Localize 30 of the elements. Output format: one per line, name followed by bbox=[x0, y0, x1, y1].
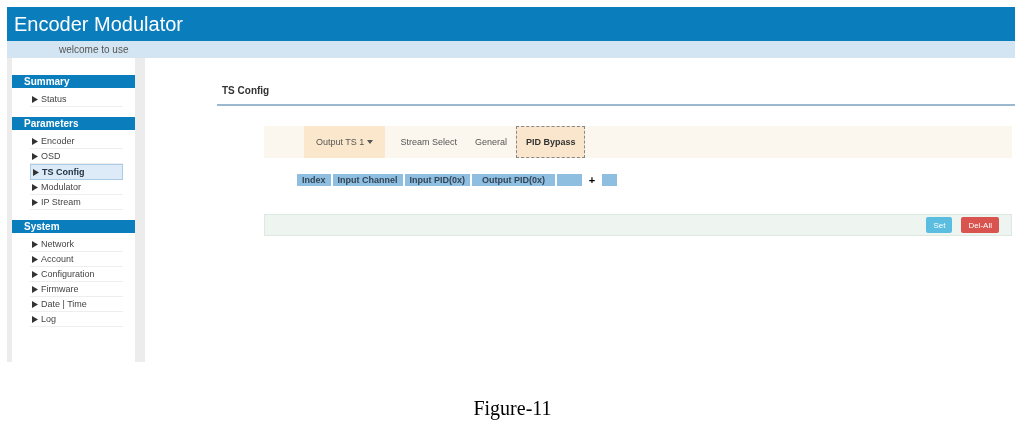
sidebar-item[interactable]: Encoder bbox=[30, 134, 123, 149]
app-title: Encoder Modulator bbox=[14, 12, 183, 36]
sidebar-item[interactable]: Firmware bbox=[30, 282, 123, 297]
column-header: Index bbox=[297, 174, 331, 186]
section-heading: System bbox=[12, 220, 135, 233]
sidebar-item[interactable]: Configuration bbox=[30, 267, 123, 282]
column-header: Input Channel bbox=[332, 174, 403, 186]
sidebar-item[interactable]: Network bbox=[30, 237, 123, 252]
welcome-text: welcome to use bbox=[59, 44, 129, 55]
sidebar-item[interactable]: Status bbox=[30, 92, 123, 107]
sidebar-item[interactable]: Date | Time bbox=[30, 297, 123, 312]
section-heading: Parameters bbox=[12, 117, 135, 130]
dropdown-tab[interactable]: Output TS 1 bbox=[304, 126, 386, 158]
sidebar-item[interactable]: Account bbox=[30, 252, 123, 267]
sidebar-item[interactable]: Modulator bbox=[30, 180, 123, 195]
column-header: Input PID(0x) bbox=[404, 174, 470, 186]
sidebar-item[interactable]: Log bbox=[30, 312, 123, 327]
delete-all-button[interactable]: Del-All bbox=[961, 217, 999, 233]
figure-caption: Figure-11 bbox=[472, 397, 553, 420]
tab[interactable]: Stream Select bbox=[391, 126, 466, 158]
tab[interactable]: General bbox=[465, 126, 516, 158]
page-title: TS Config bbox=[217, 58, 1015, 106]
add-button[interactable]: + bbox=[582, 174, 602, 186]
triangle-icon bbox=[32, 95, 38, 103]
section-heading: Summary bbox=[12, 75, 135, 88]
sidebar-item[interactable]: TS Config bbox=[30, 164, 123, 180]
column-header: Output PID(0x) bbox=[472, 174, 555, 186]
caret-icon bbox=[367, 140, 374, 144]
tab[interactable]: PID Bypass bbox=[515, 126, 586, 158]
sidebar-item[interactable]: IP Stream bbox=[30, 195, 123, 210]
